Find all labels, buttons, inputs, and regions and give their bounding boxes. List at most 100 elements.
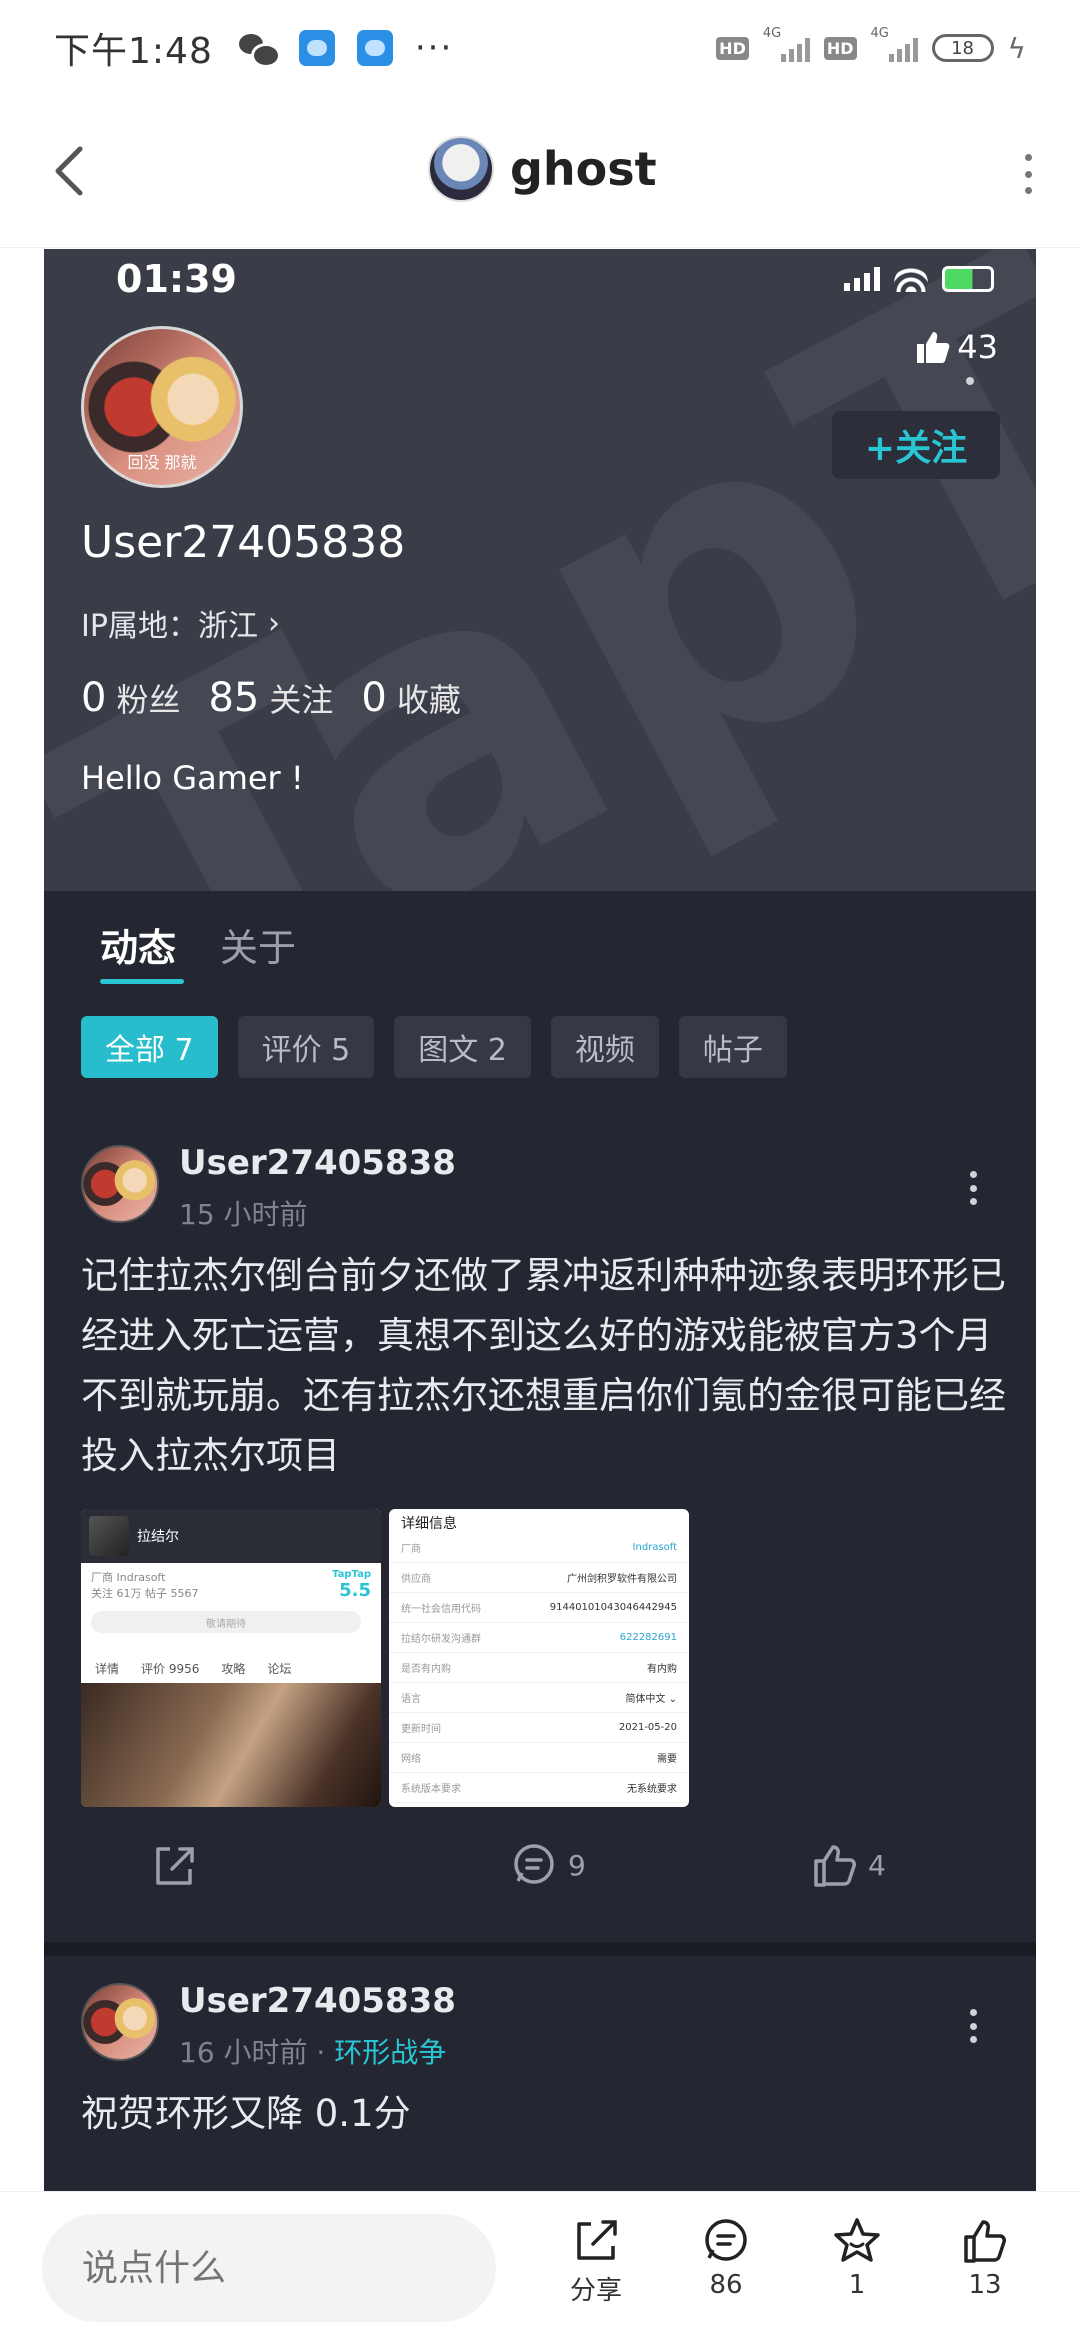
chevron-right-icon: › <box>267 605 280 641</box>
post-more-button[interactable] <box>968 1171 978 1205</box>
like-button-bottom[interactable]: 13 <box>940 2214 1030 2300</box>
profile-likes[interactable]: 43 <box>913 327 998 367</box>
post-content[interactable]: 记住拉杰尔倒台前夕还做了累冲返利种种迹象表明环形已经进入死亡运营，真想不到这么好… <box>81 1246 1021 1486</box>
status-time: 下午1:48 <box>54 31 213 72</box>
detail-row: 统一社会信用代码 91440101043046442945 <box>389 1593 689 1623</box>
follow-button[interactable]: +关注 <box>832 411 1000 479</box>
post-content[interactable]: 祝贺环形又降 0.1分 <box>81 2084 1021 2144</box>
comment-count: 9 <box>568 1848 586 1882</box>
share-icon <box>577 2220 617 2260</box>
avatar[interactable] <box>81 1983 159 2061</box>
detail-value: 广州剑积罗软件有限公司 <box>567 1574 677 1585</box>
post-topic-link[interactable]: 环形战争 <box>334 2036 446 2069</box>
more-options-button[interactable] <box>1018 154 1038 194</box>
system-icons: HD 4G HD 4G 18 ϟ <box>716 26 1026 65</box>
likes-count: 13 <box>968 2270 1002 2300</box>
nav-avatar[interactable] <box>428 136 494 202</box>
status-bar: 下午1:48 ··· HD 4G HD 4G 18 ϟ <box>0 0 1080 96</box>
cloud-app-icon <box>298 30 335 66</box>
chip-video[interactable]: 视频 <box>550 1016 659 1078</box>
comment-input[interactable] <box>42 2214 496 2322</box>
detail-value: 2021-05-20 <box>618 1722 677 1733</box>
detail-row: 拉结尔研发沟通群 622282691 <box>389 1623 689 1653</box>
share-button[interactable] <box>148 1839 200 1891</box>
thumb-tabs: 详情 评价 9956 攻略 论坛 <box>95 1661 292 1676</box>
chip-posts[interactable]: 帖子 <box>678 1016 787 1078</box>
bottom-bar: 分享 86 1 13 <box>0 2191 1080 2340</box>
star-icon <box>834 2218 880 2262</box>
followers-label[interactable]: 粉丝 <box>116 675 180 721</box>
post-meta: 16 小时前 · 环形战争 <box>179 2036 447 2069</box>
post-divider <box>44 1942 1036 1956</box>
like-count: 4 <box>868 1848 886 1882</box>
post-more-button[interactable] <box>968 2009 978 2043</box>
share-button-bottom[interactable]: 分享 <box>551 2214 641 2307</box>
post-image-1[interactable]: 拉结尔 厂商 Indrasoft 关注 61万 帖子 5567 TapTap 5.… <box>81 1509 381 1807</box>
battery-icon: 18 <box>931 34 994 62</box>
profile-header: TapTap 01:39 回没 那就 43 +关注 User27405838 I… <box>44 249 1036 891</box>
comments-button-bottom[interactable]: 86 <box>681 2214 771 2300</box>
post-username[interactable]: User27405838 <box>179 1143 456 1183</box>
thumb-score: TapTap 5.5 <box>332 1569 371 1601</box>
comment-icon <box>514 1844 554 1884</box>
ip-location[interactable]: IP属地：浙江 › <box>81 601 280 645</box>
charging-icon: ϟ <box>1007 31 1026 65</box>
wifi-icon <box>894 266 928 292</box>
detail-value: 简体中文 ⌄ <box>625 1694 677 1705</box>
detail-key: 拉结尔研发沟通群 <box>401 1634 481 1645</box>
inner-time: 01:39 <box>116 257 237 301</box>
comments-count: 86 <box>709 2270 743 2300</box>
profile-bio: Hello Gamer ! <box>81 759 304 797</box>
avatar[interactable] <box>81 1145 159 1223</box>
favorites-count[interactable]: 0 <box>361 675 386 721</box>
tab-activity[interactable]: 动态 <box>100 917 176 972</box>
inner-signal-icon <box>844 267 880 291</box>
detail-row: 网络 需要 <box>389 1743 689 1773</box>
comment-button[interactable]: 9 <box>508 1839 586 1891</box>
followers-count[interactable]: 0 <box>81 675 106 721</box>
chip-reviews[interactable]: 评价 5 <box>237 1016 375 1078</box>
following-label[interactable]: 关注 <box>269 675 333 721</box>
notification-icons: ··· <box>238 28 454 68</box>
detail-key: 厂商 <box>401 1544 421 1555</box>
more-notifications-icon: ··· <box>414 28 454 68</box>
detail-value: 需要 <box>657 1754 677 1765</box>
chip-image-text[interactable]: 图文 2 <box>394 1016 531 1078</box>
detail-row: 语言 简体中文 ⌄ <box>389 1683 689 1713</box>
chip-all[interactable]: 全部 7 <box>81 1016 218 1078</box>
back-button[interactable] <box>42 144 96 198</box>
detail-key: 语言 <box>401 1694 421 1705</box>
like-indicator-dot <box>966 377 974 385</box>
detail-key: 是否有内购 <box>401 1664 451 1675</box>
post-username[interactable]: User27405838 <box>179 1981 456 2021</box>
tab-about[interactable]: 关于 <box>220 917 296 972</box>
post-image-2[interactable]: 详细信息 厂商 Indrasoft 供应商 广州剑积罗软件有限公司 统一社会信用代码 91… <box>389 1509 689 1807</box>
profile-avatar[interactable]: 回没 那就 <box>81 326 243 488</box>
inner-status-icons <box>844 266 994 292</box>
thumbs-up-outline-icon <box>814 1845 856 1887</box>
game-icon <box>89 1516 129 1556</box>
detail-row: 供应商 广州剑积罗软件有限公司 <box>389 1563 689 1593</box>
inner-status-bar: 01:39 <box>116 249 1036 309</box>
favorite-count: 1 <box>848 2270 866 2300</box>
detail-value: 622282691 <box>619 1632 677 1643</box>
thumbs-up-icon <box>964 2220 1006 2263</box>
detail-key: 系统版本要求 <box>401 1784 461 1795</box>
cloud-app-icon-2 <box>356 30 393 66</box>
like-button[interactable]: 4 <box>808 1839 886 1891</box>
hd-badge: HD <box>716 36 749 60</box>
detail-value: 有内购 <box>647 1664 677 1675</box>
chevron-left-icon <box>55 146 83 196</box>
detail-key: 供应商 <box>401 1574 431 1585</box>
active-tab-indicator <box>100 979 184 984</box>
detail-row: 更新时间 2021-05-20 <box>389 1713 689 1743</box>
thumbs-up-icon <box>917 332 950 363</box>
following-count[interactable]: 85 <box>208 675 259 721</box>
hd-badge-2: HD <box>823 36 857 60</box>
detail-value: 91440101043046442945 <box>549 1602 677 1613</box>
thumb-game-header: 拉结尔 <box>81 1509 381 1563</box>
favorite-button-bottom[interactable]: 1 <box>812 2214 902 2300</box>
detail-value: 无系统要求 <box>627 1784 677 1795</box>
favorites-label[interactable]: 收藏 <box>397 675 461 721</box>
comment-icon <box>705 2219 747 2261</box>
